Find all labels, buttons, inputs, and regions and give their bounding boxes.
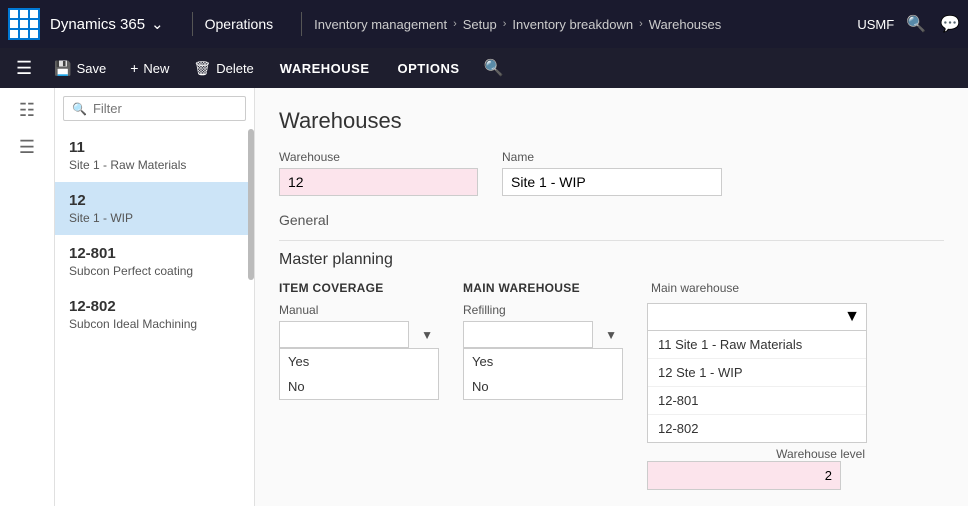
sidebar-scrollbar[interactable]	[248, 129, 254, 280]
delete-button[interactable]: 🗑 Delete	[183, 56, 263, 81]
refilling-no-item[interactable]: No	[464, 374, 622, 399]
sidebar-item-12[interactable]: 12 Site 1 - WIP	[55, 182, 254, 235]
manual-select[interactable]	[279, 321, 409, 348]
manual-yes-item[interactable]: Yes	[280, 349, 438, 374]
breadcrumb-setup[interactable]: Setup	[463, 17, 497, 32]
main-warehouse-right-header: Main warehouse	[647, 281, 867, 303]
sidebar-filter-input[interactable]	[93, 101, 237, 116]
brand-link[interactable]: Dynamics 365 ⌄	[50, 15, 164, 33]
search-nav-button[interactable]: 🔍	[906, 14, 926, 34]
action-search-icon[interactable]: 🔍	[484, 58, 504, 78]
name-input[interactable]	[502, 168, 722, 196]
refilling-label: Refilling	[463, 303, 623, 317]
main-warehouse-list: 11 Site 1 - Raw Materials 12 Ste 1 - WIP…	[647, 330, 867, 443]
sidebar-item-11-id: 11	[69, 139, 240, 156]
filter-icon[interactable]: ☷	[19, 100, 35, 121]
hamburger-button[interactable]: ☰	[8, 54, 40, 83]
warehouse-tab[interactable]: WAREHOUSE	[268, 57, 382, 80]
general-label: General	[279, 212, 944, 228]
nav-separator-2	[301, 12, 302, 36]
mw-item-2[interactable]: 12-801	[648, 387, 866, 415]
breadcrumb-inv-breakdown[interactable]: Inventory breakdown	[512, 17, 633, 32]
sidebar-scroll: 11 Site 1 - Raw Materials 12 Site 1 - WI…	[55, 129, 254, 506]
sidebar: 🔍 11 Site 1 - Raw Materials 12 Site 1 - …	[55, 88, 255, 506]
action-bar: ☰ 💾 Save + New 🗑 Delete WAREHOUSE OPTION…	[0, 48, 968, 88]
top-nav: Dynamics 365 ⌄ Operations Inventory mana…	[0, 0, 968, 48]
breadcrumb-chevron-1: ›	[453, 18, 457, 30]
sidebar-item-11-name: Site 1 - Raw Materials	[69, 158, 240, 172]
warehouse-name-row: Warehouse Name	[279, 150, 944, 196]
name-label: Name	[502, 150, 722, 164]
save-label: Save	[77, 61, 107, 76]
warehouse-field-group: Warehouse	[279, 150, 478, 196]
nav-operations[interactable]: Operations	[205, 16, 273, 32]
delete-label: Delete	[216, 61, 254, 76]
main-warehouse-header: MAIN WAREHOUSE	[463, 281, 623, 303]
sidebar-item-12-801-name: Subcon Perfect coating	[69, 264, 240, 278]
item-coverage-header: ITEM COVERAGE	[279, 281, 439, 303]
save-button[interactable]: 💾 Save	[44, 56, 116, 81]
breadcrumb-inv-mgmt[interactable]: Inventory management	[314, 17, 447, 32]
refilling-yes-no-list: Yes No	[463, 348, 623, 400]
list-icon[interactable]: ☰	[19, 137, 35, 158]
nav-icon-group: 🔍 💬	[906, 14, 960, 34]
warehouse-level-input[interactable]	[647, 461, 841, 490]
left-panel: ☷ ☰	[0, 88, 55, 506]
main-content: Warehouses Warehouse Name General Master…	[255, 88, 968, 506]
breadcrumb-chevron-2: ›	[503, 18, 507, 30]
page-title: Warehouses	[279, 108, 944, 134]
chat-nav-button[interactable]: 💬	[940, 14, 960, 34]
new-button[interactable]: + New	[120, 56, 179, 80]
sidebar-item-12-id: 12	[69, 192, 240, 209]
sidebar-item-12-801[interactable]: 12-801 Subcon Perfect coating	[55, 235, 254, 288]
breadcrumb-warehouses[interactable]: Warehouses	[649, 17, 722, 32]
company-code: USMF	[857, 17, 894, 32]
sidebar-item-12-802-name: Subcon Ideal Machining	[69, 317, 240, 331]
breadcrumb-chevron-3: ›	[639, 18, 643, 30]
warehouse-level-label: Warehouse level	[647, 447, 867, 461]
manual-yes-no-list: Yes No	[279, 348, 439, 400]
mw-item-3[interactable]: 12-802	[648, 415, 866, 442]
manual-dropdown-wrapper: ▼	[279, 321, 439, 348]
mw-dropdown-arrow: ▼	[844, 308, 860, 326]
name-field-group: Name	[502, 150, 722, 196]
sidebar-item-12-802[interactable]: 12-802 Subcon Ideal Machining	[55, 288, 254, 341]
sidebar-item-12-name: Site 1 - WIP	[69, 211, 240, 225]
mw-item-1[interactable]: 12 Ste 1 - WIP	[648, 359, 866, 387]
delete-icon: 🗑	[193, 60, 211, 77]
main-warehouse-dropdown-header[interactable]: ▼	[647, 303, 867, 330]
manual-no-item[interactable]: No	[280, 374, 438, 399]
sidebar-item-12-802-id: 12-802	[69, 298, 240, 315]
new-icon: +	[130, 60, 138, 76]
manual-dropdown-arrow: ▼	[421, 328, 433, 342]
filter-search-icon: 🔍	[72, 102, 87, 116]
general-divider	[279, 240, 944, 241]
nav-separator-1	[192, 12, 193, 36]
mw-item-0[interactable]: 11 Site 1 - Raw Materials	[648, 331, 866, 359]
refilling-select[interactable]	[463, 321, 593, 348]
new-label: New	[143, 61, 169, 76]
options-tab[interactable]: OPTIONS	[386, 57, 472, 80]
warehouse-input[interactable]	[279, 168, 478, 196]
sidebar-item-12-801-id: 12-801	[69, 245, 240, 262]
warehouse-label: Warehouse	[279, 150, 478, 164]
brand-chevron: ⌄	[151, 15, 164, 33]
refilling-yes-item[interactable]: Yes	[464, 349, 622, 374]
sidebar-filter[interactable]: 🔍	[63, 96, 246, 121]
master-planning-title: Master planning	[279, 251, 944, 269]
brand-name: Dynamics 365	[50, 16, 145, 33]
manual-label: Manual	[279, 303, 439, 317]
refilling-dropdown-wrapper: ▼	[463, 321, 623, 348]
app-grid-button[interactable]	[8, 8, 40, 40]
breadcrumb: Inventory management › Setup › Inventory…	[314, 17, 857, 32]
main-layout: ☷ ☰ 🔍 11 Site 1 - Raw Materials 12 Site …	[0, 88, 968, 506]
refilling-dropdown-arrow: ▼	[605, 328, 617, 342]
save-icon: 💾	[54, 60, 71, 77]
sidebar-item-11[interactable]: 11 Site 1 - Raw Materials	[55, 129, 254, 182]
